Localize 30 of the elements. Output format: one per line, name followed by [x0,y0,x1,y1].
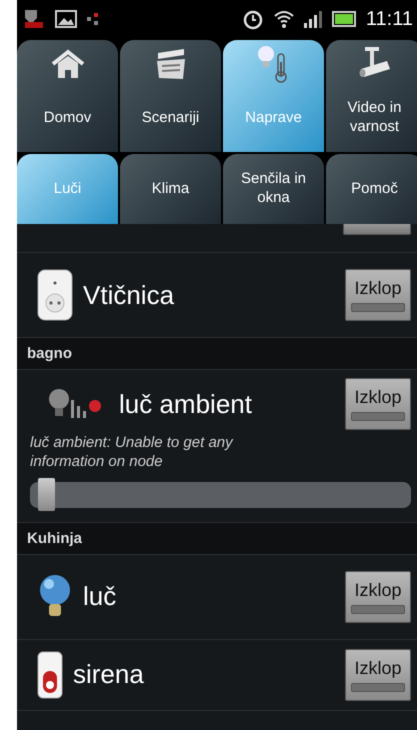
network-icon [87,13,99,25]
wifi-icon [274,9,294,29]
siren-icon [37,650,63,698]
device-name: Vtičnica [83,280,176,310]
home-icon [50,49,84,79]
toggle-button[interactable]: Izklop [345,648,411,700]
toggle-button[interactable] [343,224,411,235]
signal-icon [304,10,322,28]
alarm-icon [242,8,264,30]
device-name: luč [83,581,118,612]
subcategory-tab[interactable]: Senčila in okna [223,154,324,224]
notification-icon [23,8,45,30]
subcategory-tab[interactable]: Klima [120,154,221,224]
clock-time: 11:11 [366,8,413,30]
error-message: luč ambient: Unable to get any information on node [30,434,234,472]
category-tab[interactable]: Video in varnost [326,40,417,152]
category-tab[interactable]: Scenariji [120,40,221,152]
section-header: Kuhinja [17,522,417,554]
image-icon [55,10,77,28]
toggle-button[interactable]: Izklop [345,570,411,622]
category-tab[interactable]: Domov [17,40,118,152]
device-name: luč ambient [119,388,253,420]
device-name: sirena [73,659,145,690]
toggle-button[interactable]: Izklop [345,269,411,321]
slider-thumb[interactable] [38,478,55,510]
socket-icon [37,269,73,321]
subcategory-tab[interactable]: Pomoč [326,154,417,224]
battery-icon [332,11,356,27]
section-header: bagno [17,338,417,370]
toggle-button[interactable]: Izklop [345,378,411,430]
